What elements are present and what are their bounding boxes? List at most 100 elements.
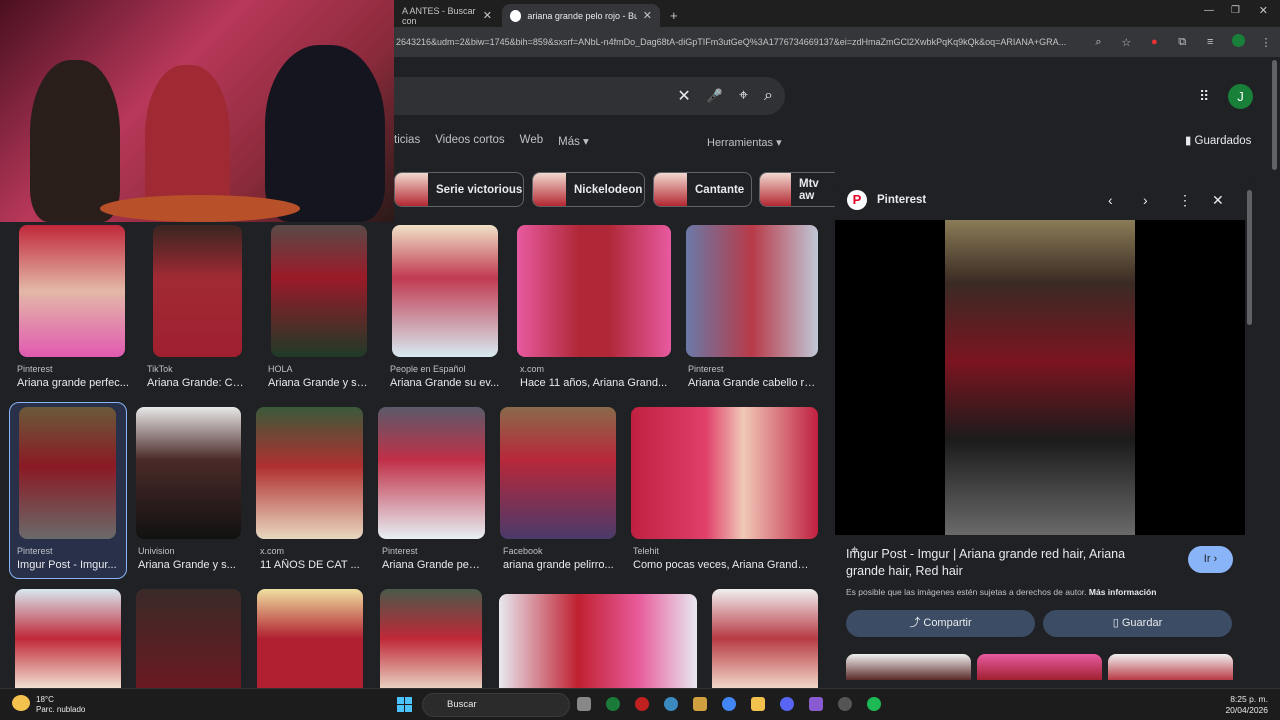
result-image[interactable] [271,225,367,357]
result-image[interactable] [712,589,818,688]
app-icon[interactable] [693,697,707,711]
result-image[interactable] [500,407,616,539]
taskbar-search[interactable]: Buscar [422,693,570,717]
next-icon[interactable]: › [1143,192,1148,208]
filter-noticias[interactable]: ticias [394,134,420,152]
file-explorer-icon[interactable] [751,697,765,711]
result-title[interactable]: Hace 11 años, Ariana Grand... [520,377,670,389]
close-tab-icon[interactable]: ✕ [483,9,492,22]
lens-icon[interactable]: ⌖ [739,87,748,105]
search-box[interactable]: ✕ 🎤 ⌖ ⌕ [394,77,785,115]
menu-icon[interactable]: ⋮ [1252,36,1280,49]
panel-scrollbar[interactable] [1247,190,1252,325]
result-image[interactable] [19,225,125,357]
app-icon[interactable] [635,697,649,711]
restore-icon[interactable]: ❐ [1231,5,1240,16]
minimize-icon[interactable]: — [1204,5,1214,16]
obs-icon[interactable] [838,697,852,711]
result-source: People en Español [390,364,466,374]
result-image[interactable] [136,589,241,688]
result-image[interactable] [153,225,242,357]
windows-start-icon[interactable] [397,697,412,712]
clear-icon[interactable]: ✕ [677,86,690,106]
result-image[interactable] [392,225,498,357]
result-image[interactable] [499,594,697,688]
profile-icon[interactable] [1224,34,1252,50]
result-image[interactable] [19,407,116,539]
close-window-icon[interactable]: ✕ [1259,4,1268,17]
result-title[interactable]: 11 AÑOS DE CAT ... [260,559,360,571]
spotify-icon[interactable] [867,697,881,711]
save-button[interactable]: ▯ Guardar [1043,610,1232,637]
result-title[interactable]: Imgur Post - Imgur... [17,559,122,571]
related-thumbnail[interactable] [1108,654,1233,680]
extension-icon[interactable]: ● [1140,36,1168,48]
more-info-link[interactable]: Más información [1089,587,1157,597]
chip-serie-victorious[interactable]: Serie victorious [394,172,524,207]
mic-icon[interactable]: 🎤 [707,88,723,104]
visit-button[interactable]: Ir › [1188,546,1233,573]
filter-web[interactable]: Web [520,134,543,152]
search-icon[interactable]: ⌕ [764,87,773,105]
close-icon[interactable]: ✕ [1212,192,1224,209]
app-icon[interactable] [606,697,620,711]
result-title[interactable]: Ariana Grande peli... [382,559,482,571]
time: 8:25 p. m. [1230,694,1268,704]
new-tab-button[interactable]: + [662,4,684,27]
discord-icon[interactable] [780,697,794,711]
result-image[interactable] [686,225,818,357]
weather-widget[interactable]: 18°C Parc. nublado [12,695,85,715]
chip-mtv[interactable]: Mtv aw [759,172,835,207]
result-image[interactable] [136,407,241,539]
preview-image[interactable] [945,220,1135,535]
avatar[interactable]: J [1228,84,1253,109]
result-title[interactable]: Ariana Grande y su... [268,377,370,389]
filter-videos-cortos[interactable]: Videos cortos [435,134,504,152]
result-title[interactable]: Ariana Grande su ev... [390,377,502,389]
result-image[interactable] [631,407,818,539]
zoom-icon[interactable]: ⌕ [1084,36,1112,49]
result-title[interactable]: Ariana Grande cabello rojo [688,377,818,389]
task-view-icon[interactable] [577,697,591,711]
panel-source[interactable]: Pinterest [877,194,926,206]
share-button[interactable]: ⤴ Compartir [846,610,1035,637]
chip-thumbnail [654,173,687,206]
chip-cantante[interactable]: Cantante [653,172,752,207]
result-image[interactable] [380,589,482,688]
result-image[interactable] [517,225,671,357]
result-image[interactable] [257,589,363,688]
address-bar[interactable]: 2643216&udm=2&biw=1745&bih=859&sxsrf=ANb… [394,27,1280,57]
preview-title[interactable]: Imgur Post - Imgur | Ariana grande red h… [846,546,1166,580]
tab-buscar[interactable]: A ANTES - Buscar con ✕ [394,4,500,27]
extensions-puzzle-icon[interactable]: ⧉ [1168,36,1196,49]
google-apps-icon[interactable]: ⠿ [1199,88,1209,105]
result-image[interactable] [378,407,485,539]
tab-active[interactable]: ariana grande pelo rojo - Buscar ✕ [502,4,660,27]
chrome-icon[interactable] [722,697,736,711]
result-image[interactable] [15,589,121,688]
related-thumbnail[interactable] [977,654,1102,680]
media-icon[interactable]: ≡ [1196,36,1224,48]
result-title[interactable]: ariana grande pelirro... [503,559,615,571]
prev-icon[interactable]: ‹ [1108,192,1113,208]
chip-nickelodeon[interactable]: Nickelodeon [532,172,645,207]
close-tab-icon[interactable]: ✕ [643,9,652,22]
related-thumbnail[interactable] [846,654,971,680]
url-text[interactable]: 2643216&udm=2&biw=1745&bih=859&sxsrf=ANb… [396,37,1084,47]
app-icon[interactable] [664,697,678,711]
result-title[interactable]: Como pocas veces, Ariana Grande ... [633,559,813,571]
result-image[interactable] [256,407,363,539]
result-title[interactable]: Ariana grande perfec... [17,377,129,389]
result-title[interactable]: Ariana Grande y s... [138,559,238,571]
guardados-button[interactable]: ▮ Guardados [1185,133,1251,147]
app-icon[interactable] [809,697,823,711]
chip-label: Mtv aw [798,177,819,202]
result-title[interactable]: Ariana Grande: Ca... [147,377,247,389]
filter-mas[interactable]: Más ▾ [558,134,589,152]
page-scrollbar[interactable] [1272,60,1277,170]
herramientas-button[interactable]: Herramientas ▾ [707,136,782,149]
bookmark-star-icon[interactable]: ☆ [1112,36,1140,49]
more-icon[interactable]: ⋮ [1178,192,1192,209]
preview-image-frame[interactable]: ⌖ [835,220,1245,557]
clock[interactable]: 8:25 p. m. 20/04/2026 [1225,694,1268,716]
